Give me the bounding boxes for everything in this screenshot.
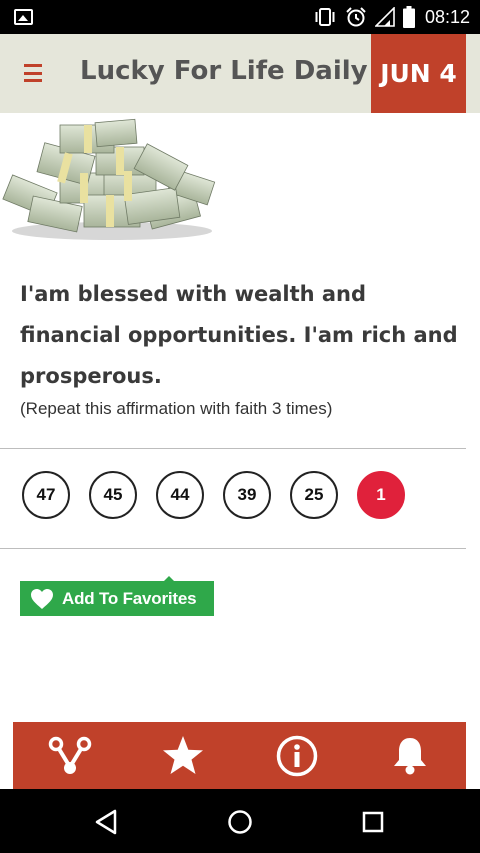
recents-icon[interactable] [356,805,390,839]
number-ball: 45 [89,471,137,519]
back-icon[interactable] [90,805,124,839]
number-ball: 44 [156,471,204,519]
lucky-ball: 1 [357,471,405,519]
page-title: Lucky For Life Daily [80,56,368,86]
info-icon[interactable] [274,734,320,778]
system-nav-bar [0,789,480,853]
status-icons: 08:12 [313,5,470,29]
star-icon[interactable] [160,734,206,778]
date-badge: JUN 4 [371,34,466,113]
vibrate-icon [315,8,335,26]
battery-icon [402,6,415,28]
signal-icon [374,7,395,27]
number-balls: 47 45 44 39 25 1 [22,471,405,519]
share-icon[interactable] [47,734,93,778]
status-time: 08:12 [424,6,470,27]
divider [0,448,466,449]
status-bar: 08:12 [0,0,480,34]
bottom-toolbar [13,722,466,789]
bell-icon[interactable] [387,734,433,778]
home-icon[interactable] [223,805,257,839]
hamburger-menu-icon[interactable] [24,64,42,82]
add-to-favorites-button[interactable]: Add To Favorites [20,576,214,616]
gallery-icon [14,9,33,25]
affirmation-text: I'am blessed with wealth and financial o… [20,282,458,388]
app-header: Lucky For Life Daily JUN 4 [0,34,480,113]
number-ball: 39 [223,471,271,519]
heart-icon [30,588,54,610]
money-stack-image [2,118,216,240]
add-to-favorites-label: Add To Favorites [62,588,197,608]
affirmation-instruction: (Repeat this affirmation with faith 3 ti… [20,399,333,418]
number-ball: 47 [22,471,70,519]
divider [0,548,466,549]
alarm-icon [346,7,366,27]
number-ball: 25 [290,471,338,519]
